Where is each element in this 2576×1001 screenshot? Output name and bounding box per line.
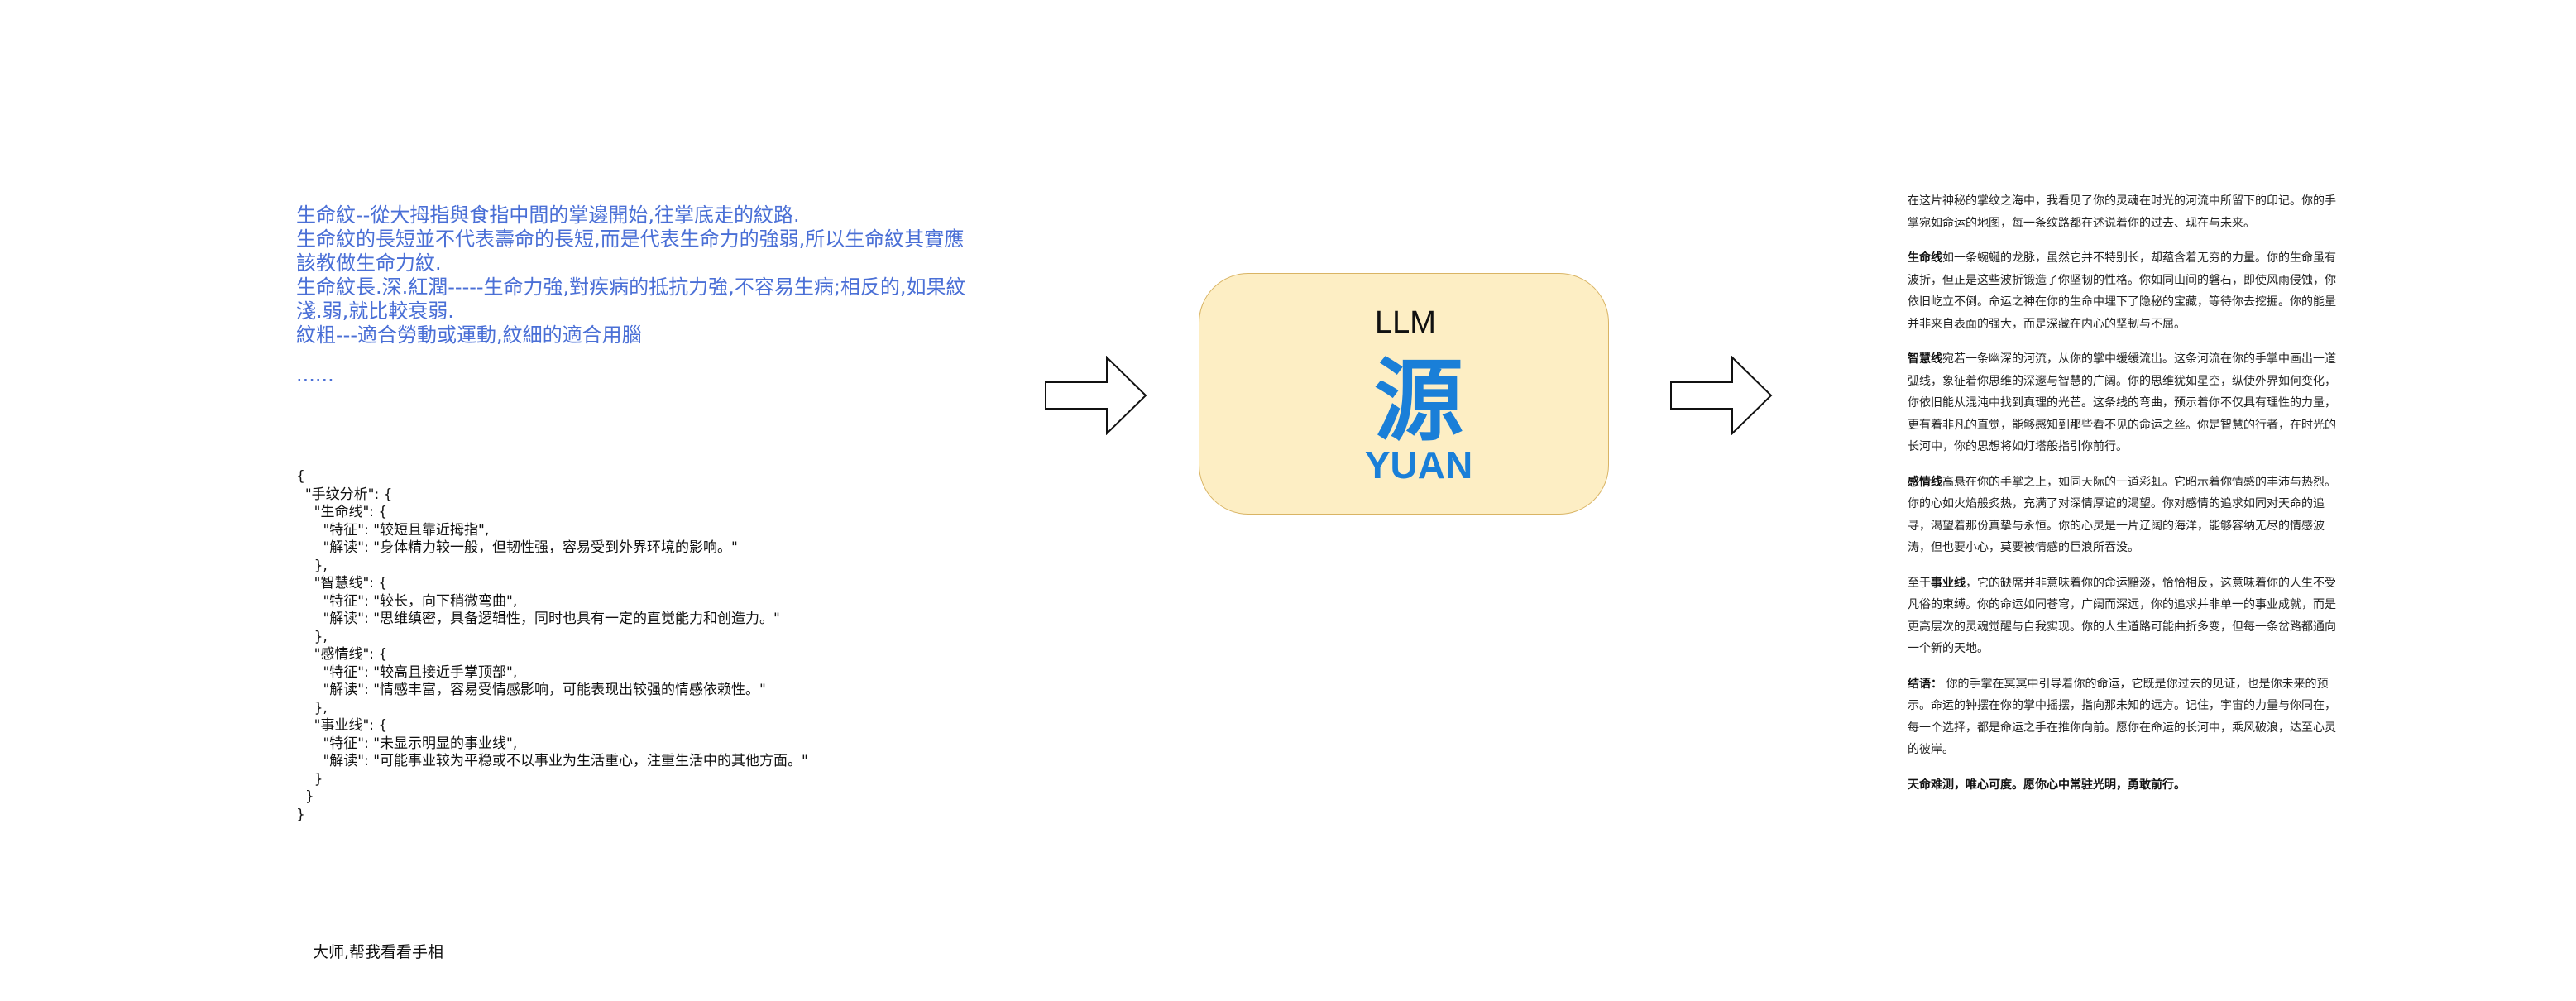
yuan-logo: 源 YUAN (1365, 350, 1472, 485)
output-paragraph: 至于事业线，它的缺席并非意味着你的命运黯淡，恰恰相反，这意味着你的人生不受凡俗的… (1908, 576, 2336, 656)
output-paragraph: 生命线如一条蜿蜒的龙脉，虽然它并不特别长，却蕴含着无穷的力量。你的生命虽有波折，… (1908, 251, 2336, 331)
output-conclusion: 结语： 你的手掌在冥冥中引导着你的命运，它既是你过去的见证，也是你未来的预示。命… (1908, 677, 2336, 757)
knowledge-line: 紋粗---適合勞動或運動,紋細的適合用腦 (296, 323, 642, 347)
json-feature: "特征": "较短且靠近拇指", (323, 521, 490, 539)
json-feature: "特征": "较高且接近手掌顶部", (323, 663, 518, 681)
json-section-key: "事业线": { (314, 717, 388, 734)
json-reading: "解读": "情感丰富，容易受情感影响，可能表现出较强的情感依赖性。" (323, 682, 766, 698)
json-reading: "解读": "身体精力较一般，但韧性强，容易受到外界环境的影响。" (323, 539, 738, 556)
json-section-key: "生命线": { (314, 504, 388, 520)
json-close: } (296, 806, 305, 823)
json-reading: "解读": "思维缜密，具备逻辑性，同时也具有一定的直觉能力和创造力。" (323, 611, 780, 627)
llm-label: LLM (1375, 305, 1436, 340)
knowledge-ellipsis: ...... (296, 363, 334, 386)
output-intro: 在这片神秘的掌纹之海中，我看见了你的灵魂在时光的河流中所留下的印记。你的手掌宛如… (1908, 194, 2336, 230)
json-section-key: "感情线": { (314, 646, 388, 663)
user-query: 大师,帮我看看手相 (313, 943, 444, 961)
palm-knowledge-text: 生命紋--從大拇指與食指中間的掌邊開始,往掌底走的紋路. 生命紋的長短並不代表壽… (296, 204, 974, 387)
json-section-key: "智慧线": { (314, 575, 388, 592)
knowledge-line: 生命紋的長短並不代表壽命的長短,而是代表生命力的強弱,所以生命紋其實應該教做生命… (296, 228, 965, 275)
json-open: { (296, 468, 305, 485)
json-feature: "特征": "未显示明显的事业线", (323, 735, 518, 752)
output-paragraph: 感情线高悬在你的手掌之上，如同天际的一道彩虹。它昭示着你情感的丰沛与热烈。你的心… (1908, 475, 2336, 555)
logo-text: YUAN (1365, 443, 1472, 485)
arrow-right-icon (1670, 356, 1773, 435)
logo-glyph: 源 (1374, 350, 1463, 453)
output-closing: 天命难测，唯心可度。愿你心中常驻光明，勇敢前行。 (1908, 778, 2186, 792)
json-feature: "特征": "较长，向下稍微弯曲", (323, 592, 518, 610)
palm-reading-output: 在这片神秘的掌纹之海中，我看见了你的灵魂在时光的河流中所留下的印记。你的手掌宛如… (1908, 190, 2339, 809)
json-root-key: "手纹分析": { (304, 486, 393, 503)
knowledge-line: 生命紋長.深.紅潤-----生命力強,對疾病的抵抗力強,不容易生病;相反的,如果… (296, 275, 966, 323)
output-paragraph: 智慧线宛若一条幽深的河流，从你的掌中缓缓流出。这条河流在你的手掌中画出一道弧线，… (1908, 352, 2336, 453)
json-analysis-block: { "手纹分析": { "生命线": { "特征": "较短且靠近拇指", "解… (296, 468, 808, 823)
json-reading: "解读": "可能事业较为平稳或不以事业为生活重心，注重生活中的其他方面。" (323, 753, 808, 769)
arrow-right-icon (1045, 356, 1147, 435)
json-close-inner: } (304, 788, 314, 805)
knowledge-line: 生命紋--從大拇指與食指中間的掌邊開始,往掌底走的紋路. (296, 204, 800, 227)
